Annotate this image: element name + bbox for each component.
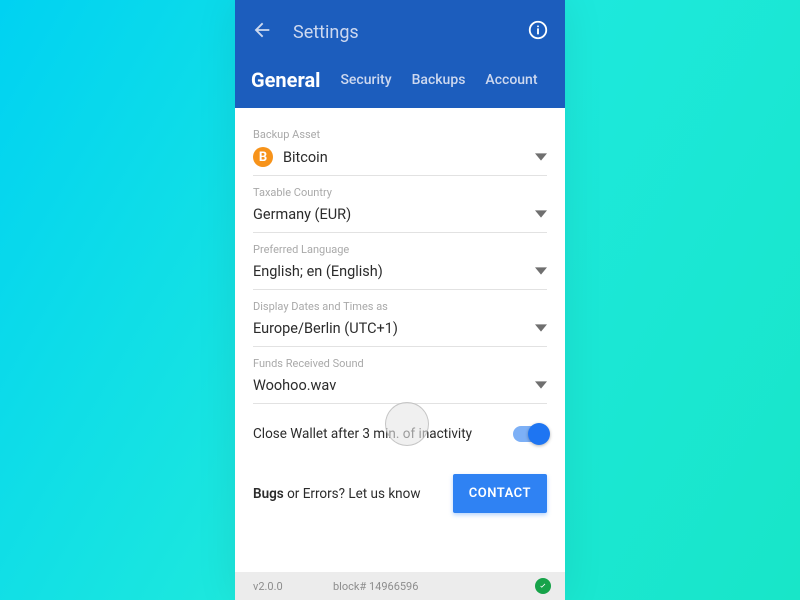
chevron-down-icon [535,262,547,281]
chevron-down-icon [535,148,547,167]
version-label: v2.0.0 [253,580,333,593]
chevron-down-icon [535,376,547,395]
inactivity-toggle-row: Close Wallet after 3 min. of inactivity [253,404,547,456]
field-label: Funds Received Sound [253,357,547,370]
field-value: Woohoo.wav [253,377,535,394]
field-value: English; en (English) [253,263,535,280]
bitcoin-icon: B [253,147,273,167]
contact-button[interactable]: CONTACT [453,474,547,513]
field-label: Display Dates and Times as [253,300,547,313]
field-backup-asset[interactable]: Backup Asset B Bitcoin [253,118,547,176]
field-value: Germany (EUR) [253,206,535,223]
field-value: Bitcoin [283,149,535,166]
info-icon[interactable] [527,19,549,45]
bugs-row: Bugs or Errors? Let us know CONTACT [253,456,547,513]
inactivity-toggle[interactable] [513,426,547,442]
field-label: Taxable Country [253,186,547,199]
settings-content: Backup Asset B Bitcoin Taxable Country G… [235,108,565,572]
status-footer: v2.0.0 block# 14966596 [235,572,565,600]
chevron-down-icon [535,319,547,338]
app-header: Settings General Security Backups Accoun… [235,0,565,108]
tab-account[interactable]: Account [485,72,537,92]
back-arrow-icon[interactable] [251,19,273,45]
phone-frame: Settings General Security Backups Accoun… [235,0,565,600]
field-label: Backup Asset [253,128,547,141]
field-preferred-language[interactable]: Preferred Language English; en (English) [253,233,547,290]
tabs: General Security Backups Account [251,52,549,108]
tab-backups[interactable]: Backups [412,72,466,92]
field-datetime[interactable]: Display Dates and Times as Europe/Berlin… [253,290,547,347]
page-title: Settings [293,22,527,43]
chevron-down-icon [535,205,547,224]
status-ok-icon [535,578,551,594]
top-bar: Settings [251,12,549,52]
field-label: Preferred Language [253,243,547,256]
toggle-label: Close Wallet after 3 min. of inactivity [253,426,513,442]
field-taxable-country[interactable]: Taxable Country Germany (EUR) [253,176,547,233]
field-value: Europe/Berlin (UTC+1) [253,320,535,337]
bugs-text: Bugs or Errors? Let us know [253,486,453,502]
tab-general[interactable]: General [251,68,320,92]
block-number: block# 14966596 [333,580,535,593]
tab-security[interactable]: Security [340,72,391,92]
field-sound[interactable]: Funds Received Sound Woohoo.wav [253,347,547,404]
